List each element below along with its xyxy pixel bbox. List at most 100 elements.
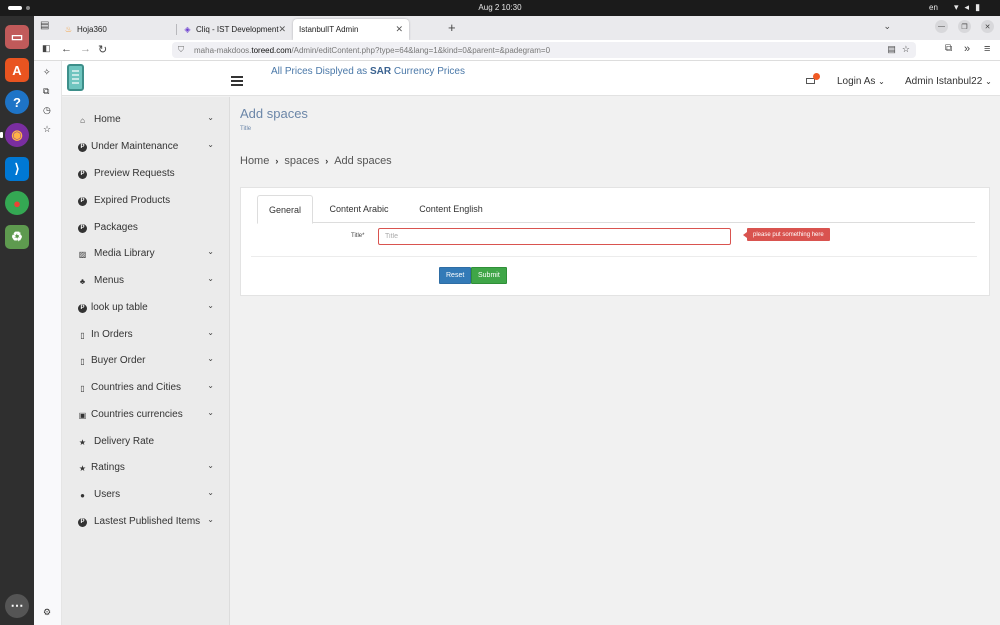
sidebar-item-home[interactable]: ⌂ Home ⌄ [78,113,214,134]
sidebar-settings-icon[interactable]: ⚙ [43,607,51,618]
sidebar-item-menus[interactable]: ♣ Menus ⌄ [78,274,214,295]
sidebar-item-look-up-table[interactable]: P look up table ⌄ [78,301,214,322]
system-tray[interactable]: ▾ ◂ ▮ [954,2,980,13]
bookmarks-icon[interactable]: ☆ [43,124,51,135]
tab-general[interactable]: General [257,195,313,224]
chevron-right-icon: › [275,156,279,166]
sidebar-toggle-icon[interactable]: ◧ [42,43,51,54]
bookmark-star-icon[interactable]: ☆ [902,44,910,55]
sidebar-item-under-maintenance[interactable]: P Under Maintenance ⌄ [78,140,214,161]
p-badge-icon: P [78,170,87,179]
tab-hoja360[interactable]: ♨ Hoja360 [58,19,176,40]
reload-icon[interactable]: ↻ [98,43,107,56]
app-center-icon[interactable]: A [5,58,29,82]
chevron-down-icon: ⌄ [207,381,214,390]
trash-icon[interactable]: ♻ [5,225,29,249]
login-as-dropdown[interactable]: Login As ⌄ [837,76,885,87]
reader-view-icon[interactable]: ▤ [887,44,896,55]
browser-nav-bar: ◧ ← → ↻ ⛉ maha-makdoos. toreed.com/Admin/… [34,40,1000,61]
app-menu-icon[interactable]: ≡ [984,43,990,55]
sidebar-item-label: Ratings [91,462,125,473]
chevron-down-icon: ⌄ [207,301,214,310]
breadcrumb-home[interactable]: Home [240,155,269,167]
tab-istanbulit-admin[interactable]: IstanbulIT Admin ✕ [293,19,409,40]
battery-icon: ▮ [975,2,981,12]
tab-cliq[interactable]: ◈ Cliq - IST Development ✕ [177,19,292,40]
currency-notice-prefix: All Prices Displyed as [271,66,368,77]
submit-button[interactable]: Submit [471,267,507,284]
url-path: /Admin/editContent.php?type=64&lang=1&ki… [291,45,551,55]
sidebar-item-countries-and-cities[interactable]: ▯ Countries and Cities ⌄ [78,381,214,402]
close-window-icon[interactable]: ✕ [981,20,994,33]
close-tab-icon[interactable]: ✕ [278,24,286,35]
history-icon[interactable]: ◷ [43,105,51,116]
sidebar-item-lastest-published-items[interactable]: P Lastest Published Items ⌄ [78,515,214,536]
show-apps-icon[interactable]: ⋯ [5,594,29,618]
p-badge-icon: P [78,518,87,527]
chrome-icon[interactable]: ● [5,191,29,215]
window-controls: ⌄ — ❐ ✕ [883,20,994,33]
sidebar-item-packages[interactable]: P Packages [78,222,214,242]
sidebar-item-label: look up table [91,302,148,313]
overflow-menu-icon[interactable]: » [964,43,970,55]
sidebar-item-label: Packages [94,222,138,233]
flame-icon: ♨ [64,25,73,34]
restore-icon[interactable]: ❐ [958,20,971,33]
sidebar-item-users[interactable]: ● Users ⌄ [78,488,214,509]
currency-notice-suffix: Currency Prices [393,66,465,77]
admin-page: All Prices Displyed as SAR Currency Pric… [62,61,1000,625]
url-host: toreed.com [251,45,292,55]
sidebar-item-buyer-order[interactable]: ▯ Buyer Order ⌄ [78,354,214,375]
reset-button[interactable]: Reset [439,267,472,284]
file-icon: ▯ [80,384,85,393]
close-tab-icon[interactable]: ✕ [395,24,403,35]
new-tab-icon[interactable]: + [448,20,456,35]
sidebar-item-label: Users [94,489,121,500]
extensions-icon[interactable]: ⧉ [945,43,952,54]
user-menu-dropdown[interactable]: Admin Istanbul22 ⌄ [905,76,992,87]
tab-content-english[interactable]: Content English [409,195,493,223]
minimize-icon[interactable]: — [935,20,948,33]
sidebar-item-delivery-rate[interactable]: ★ Delivery Rate [78,436,214,456]
chevron-down-icon: ⌄ [207,488,214,497]
firefox-icon[interactable]: ◉ [0,123,29,147]
back-icon[interactable]: ← [61,43,72,55]
site-logo[interactable] [67,64,84,91]
login-as-label: Login As [837,76,876,87]
breadcrumb-spaces[interactable]: spaces [284,155,319,167]
sidebar-item-label: Delivery Rate [94,436,155,447]
sidebar-item-in-orders[interactable]: ▯ In Orders ⌄ [78,328,214,349]
chevron-down-icon: ⌄ [985,77,992,86]
title-input[interactable] [378,228,731,245]
title-field-label: Title* [351,233,365,239]
sitemap-icon: ♣ [79,277,86,286]
wifi-icon: ▾ [954,2,959,12]
ai-sparkle-icon[interactable]: ✧ [43,67,51,78]
sidebar-item-preview-requests[interactable]: P Preview Requests [78,168,214,188]
files-icon[interactable]: ▭ [5,25,29,49]
synced-tabs-icon[interactable]: ⧉ [43,86,49,97]
sidebar-item-label: Lastest Published Items [94,516,201,527]
p-badge-icon: P [78,143,87,152]
forward-icon[interactable]: → [80,43,91,55]
chevron-down-icon: ⌄ [878,77,885,86]
user-icon: ● [80,491,85,500]
help-icon[interactable]: ? [5,90,29,114]
sidebar-item-label: Home [94,114,121,125]
sidebar-item-media-library[interactable]: ▨ Media Library ⌄ [78,247,214,268]
chevron-down-icon: ⌄ [207,354,214,363]
sidebar-item-label: Under Maintenance [91,141,179,152]
system-clock[interactable]: Aug 2 10:30 [0,3,1000,12]
menu-toggle-icon[interactable] [231,76,243,86]
url-bar[interactable]: ⛉ maha-makdoos. toreed.com/Admin/editCont… [172,42,916,58]
sidebar-item-countries-currencies[interactable]: ▣ Countries currencies ⌄ [78,408,214,429]
chevron-right-icon: › [325,156,329,166]
keyboard-language[interactable]: en [929,3,938,12]
tab-content-arabic[interactable]: Content Arabic [319,195,399,223]
sidebar-item-expired-products[interactable]: P Expired Products [78,195,214,215]
tab-overflow-chevron-icon[interactable]: ⌄ [883,21,891,32]
tab-list-icon[interactable]: ▤ [40,20,49,31]
sidebar-item-ratings[interactable]: ★ Ratings ⌄ [78,461,214,482]
admin-sidebar: ⌂ Home ⌄ P Under Maintenance ⌄ P Preview… [62,97,230,625]
vscode-icon[interactable]: ⟩ [5,157,29,181]
